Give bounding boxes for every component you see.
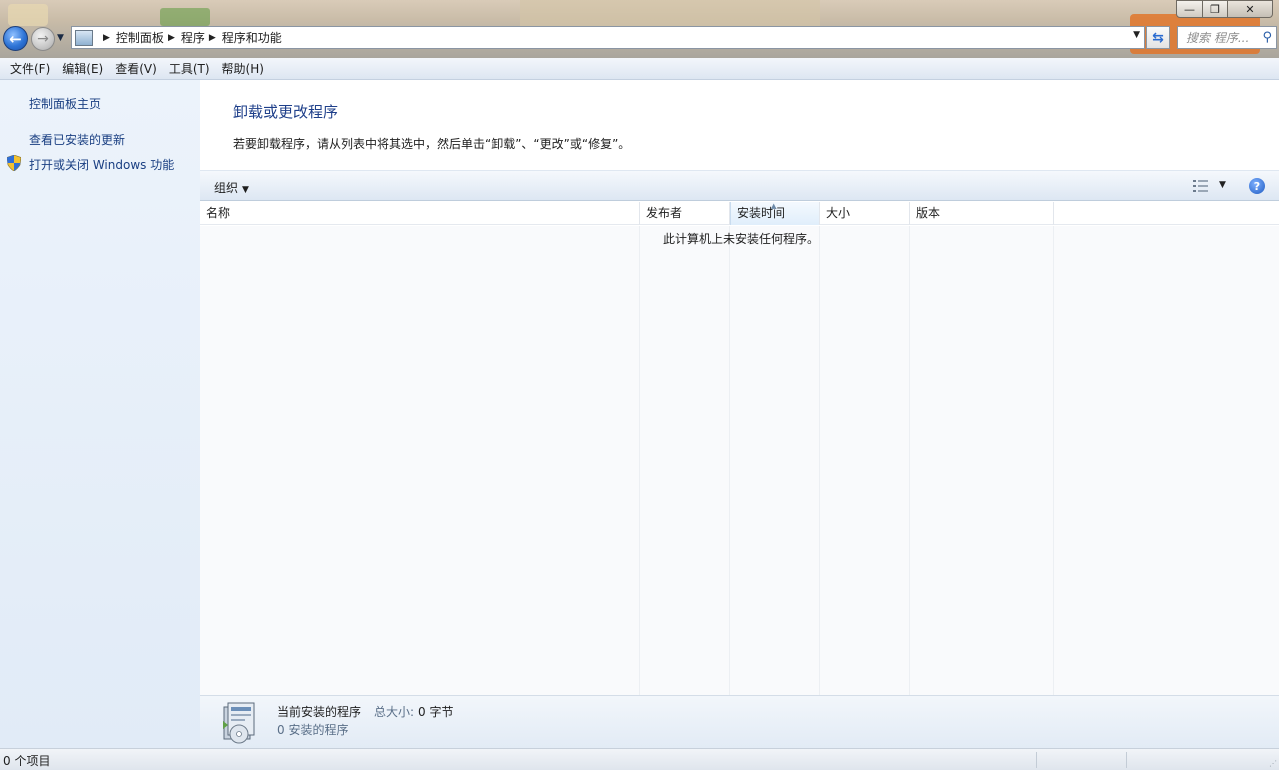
status-divider: [1126, 752, 1127, 768]
breadcrumb-programs[interactable]: 程序: [181, 29, 205, 46]
chevron-down-icon: ▼: [242, 185, 249, 195]
desktop-background: [8, 4, 48, 26]
list-header: 名称 发布者 ▲ 安装时间 大小 版本: [200, 202, 1279, 225]
column-divider: [729, 226, 730, 695]
control-panel-home-link[interactable]: 控制面板主页: [29, 95, 101, 112]
organize-button[interactable]: 组织 ▼: [214, 179, 249, 196]
item-count: 0 个项目: [3, 754, 51, 768]
refresh-button[interactable]: ⇆: [1146, 26, 1170, 49]
view-options-dropdown[interactable]: ▼: [1219, 180, 1226, 190]
column-header-version[interactable]: 版本: [910, 202, 1054, 225]
command-bar: 组织 ▼ ▼ ?: [200, 170, 1279, 201]
column-header-name[interactable]: 名称: [200, 202, 640, 225]
chevron-right-icon[interactable]: ▶: [103, 33, 110, 43]
menu-bar: 文件(F) 编辑(E) 查看(V) 工具(T) 帮助(H): [0, 58, 1279, 80]
column-divider: [639, 226, 640, 695]
control-panel-icon: [75, 29, 93, 46]
column-header-size[interactable]: 大小: [820, 202, 910, 225]
arrow-right-icon: →: [37, 31, 49, 47]
column-divider: [909, 226, 910, 695]
close-icon: ✕: [1245, 2, 1255, 16]
menu-tools[interactable]: 工具(T): [163, 60, 216, 77]
close-button[interactable]: ✕: [1227, 0, 1273, 18]
menu-edit[interactable]: 编辑(E): [56, 60, 109, 77]
installed-programs-icon: [223, 702, 255, 744]
search-placeholder: 搜索 程序...: [1186, 31, 1250, 45]
column-header-installed-on-label: 安装时间: [737, 206, 786, 220]
resize-grip-icon[interactable]: ⋰: [1269, 759, 1277, 768]
program-list[interactable]: 此计算机上未安装任何程序。: [200, 226, 1279, 695]
organize-label: 组织: [214, 181, 239, 195]
total-size-value: 0 字节: [418, 705, 454, 719]
details-title: 当前安装的程序: [277, 705, 362, 719]
column-divider: [1053, 226, 1054, 695]
chevron-right-icon[interactable]: ▶: [168, 33, 175, 43]
uac-shield-icon: [7, 155, 21, 171]
status-bar: 0 个项目 ⋰: [0, 748, 1279, 770]
breadcrumb-control-panel[interactable]: 控制面板: [116, 29, 164, 46]
address-dropdown-icon[interactable]: ▼: [1133, 30, 1140, 40]
installed-count: 0 安装的程序: [277, 723, 349, 737]
maximize-button[interactable]: ❐: [1202, 0, 1228, 18]
recent-pages-button[interactable]: ▼: [57, 33, 64, 43]
breadcrumb-programs-and-features[interactable]: 程序和功能: [222, 29, 282, 46]
chevron-right-icon[interactable]: ▶: [209, 33, 216, 43]
search-input[interactable]: 搜索 程序... ⚲: [1177, 26, 1277, 49]
back-button[interactable]: ←: [3, 26, 28, 51]
minimize-icon: —: [1184, 2, 1195, 16]
empty-list-message: 此计算机上未安装任何程序。: [663, 232, 820, 246]
help-icon[interactable]: ?: [1249, 178, 1265, 194]
restore-icon: ❐: [1210, 2, 1220, 16]
status-divider: [1036, 752, 1037, 768]
details-pane: 当前安装的程序 总大小: 0 字节 0 安装的程序: [200, 695, 1279, 748]
minimize-button[interactable]: —: [1176, 0, 1203, 18]
view-installed-updates-link[interactable]: 查看已安装的更新: [29, 131, 125, 148]
sort-indicator-icon: ▲: [771, 202, 777, 210]
desktop-background: [160, 8, 210, 26]
menu-view[interactable]: 查看(V): [109, 60, 163, 77]
forward-button[interactable]: →: [31, 27, 55, 51]
title-bar: — ❐ ✕ ← → ▼ ▶ 控制面板 ▶ 程序 ▶ 程序和功能 ▼ ⇆ 搜索 程…: [0, 0, 1279, 58]
task-pane: 控制面板主页 查看已安装的更新 打开或关闭 Windows 功能: [0, 80, 200, 748]
refresh-icon: ⇆: [1152, 29, 1164, 46]
search-icon[interactable]: ⚲: [1262, 30, 1272, 45]
total-size-label: 总大小:: [374, 705, 415, 719]
desktop-background: [520, 0, 820, 26]
column-header-installed-on[interactable]: ▲ 安装时间: [730, 202, 820, 225]
menu-help[interactable]: 帮助(H): [216, 60, 270, 77]
page-title: 卸载或更改程序: [233, 103, 339, 121]
column-divider: [819, 226, 820, 695]
turn-windows-features-link[interactable]: 打开或关闭 Windows 功能: [29, 156, 174, 173]
page-instruction: 若要卸载程序，请从列表中将其选中，然后单击“卸载”、“更改”或“修复”。: [233, 137, 631, 151]
details-view-icon[interactable]: [1193, 180, 1209, 192]
menu-file[interactable]: 文件(F): [4, 60, 56, 77]
column-header-publisher[interactable]: 发布者: [640, 202, 730, 225]
address-bar[interactable]: ▶ 控制面板 ▶ 程序 ▶ 程序和功能 ▼: [71, 26, 1145, 49]
arrow-left-icon: ←: [9, 29, 22, 48]
chevron-down-icon: ▼: [57, 33, 64, 43]
